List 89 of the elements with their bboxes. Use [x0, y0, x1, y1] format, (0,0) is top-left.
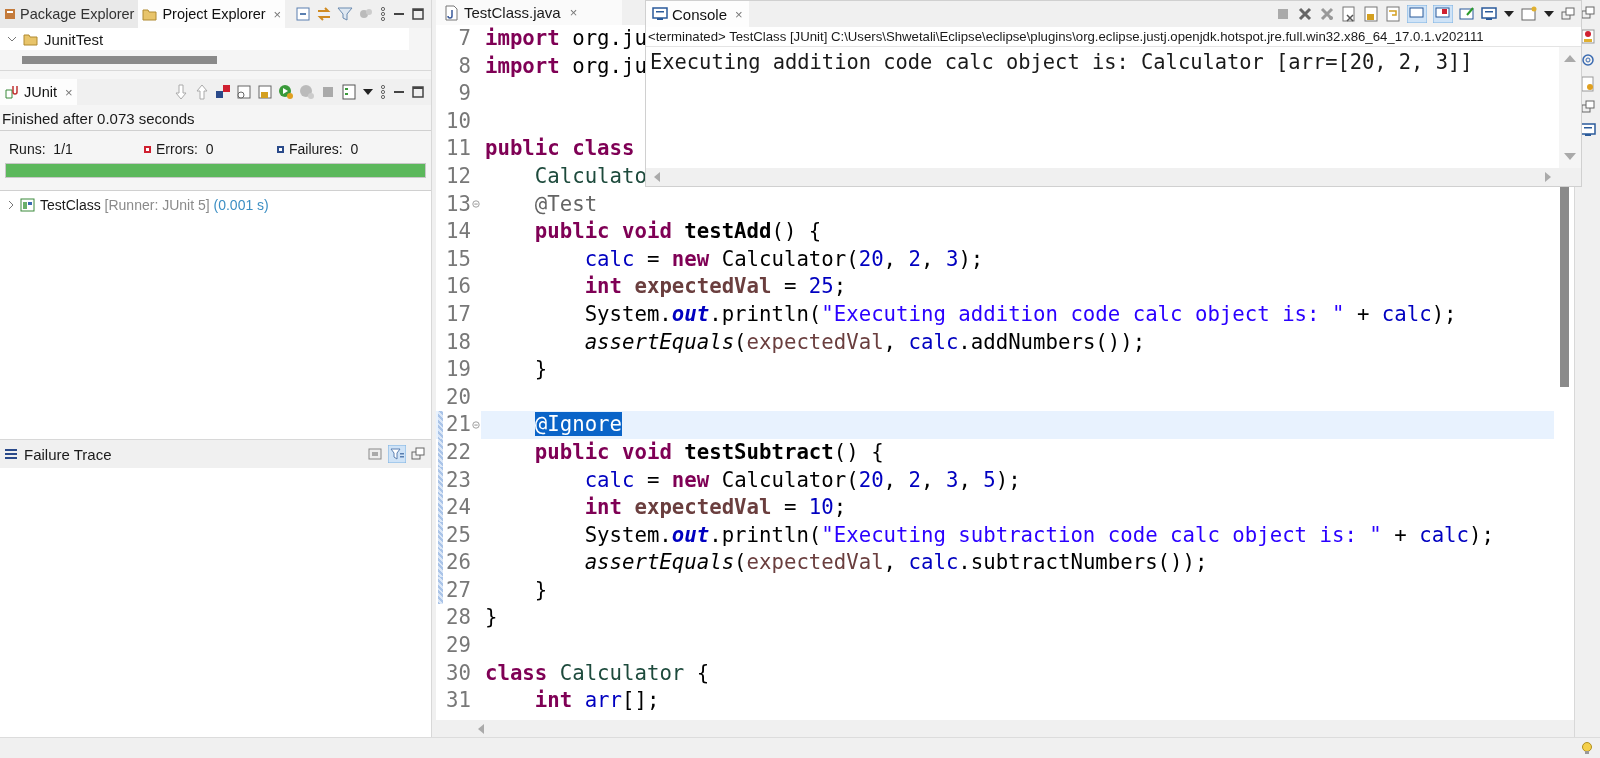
scroll-left-icon[interactable]	[476, 722, 486, 735]
list-icon	[4, 447, 18, 461]
restore-icon[interactable]	[1580, 6, 1595, 20]
layout-icon[interactable]	[341, 84, 357, 100]
view-tab[interactable]: Package Explorer	[0, 0, 139, 28]
restore-icon[interactable]	[1561, 7, 1575, 21]
failure-icon	[276, 144, 285, 154]
code-line: import org.ju	[484, 52, 647, 80]
view-tab[interactable]: Console ×	[646, 1, 749, 27]
tree-item[interactable]: JunitTest	[44, 30, 104, 48]
monitor-icon	[652, 6, 668, 22]
code-line: assertEquals(expectedVal, calc.subtractNumbers());	[583, 549, 1208, 577]
code-line: System.out.println("Executing subtraction code calc object is: " + calc);	[583, 521, 1494, 549]
status-text: Finished after 0.073 seconds	[0, 105, 431, 131]
word-wrap-icon[interactable]	[1385, 6, 1401, 22]
error-icon	[143, 144, 152, 154]
code-line: Calculato	[533, 162, 647, 190]
chevron-right-icon[interactable]	[6, 199, 16, 211]
code-line: import org.ju	[484, 25, 647, 52]
scroll-lock-icon[interactable]	[1363, 6, 1379, 22]
folder-icon	[23, 32, 39, 46]
remove-icon[interactable]	[1297, 6, 1313, 22]
show-error-icon[interactable]	[1433, 5, 1453, 23]
code-line: assertEquals(expectedVal, calc.addNumbers());	[583, 328, 1146, 356]
counter-label: Errors: 0	[156, 141, 214, 157]
collapse-all-icon[interactable]	[295, 6, 311, 22]
editor-tab[interactable]: TestClass.java ×	[436, 0, 622, 25]
fold-icon[interactable]	[472, 200, 480, 209]
code-line: }	[533, 576, 548, 604]
counter-label: Failures: 0	[289, 141, 359, 157]
arrow-up-icon[interactable]	[194, 84, 210, 100]
code-line: @Test	[533, 190, 598, 218]
maximize-icon[interactable]	[411, 7, 425, 21]
folder-icon	[142, 7, 159, 21]
code-line: int expectedVal = 10;	[583, 494, 847, 522]
monitor-icon[interactable]	[1481, 6, 1497, 22]
close-button[interactable]: ×	[735, 6, 743, 22]
scrollbar-thumb[interactable]	[1559, 187, 1569, 387]
new-console-icon[interactable]	[1521, 6, 1537, 22]
close-button[interactable]: ×	[273, 6, 282, 22]
stop-icon[interactable]	[1275, 6, 1291, 22]
view-tab[interactable]: JUnit ×	[0, 79, 77, 105]
document-icon[interactable]	[1579, 76, 1596, 92]
close-button[interactable]: ×	[65, 84, 73, 100]
scrollbar-thumb[interactable]	[22, 56, 217, 64]
maximize-icon[interactable]	[411, 85, 425, 99]
view-tab[interactable]: Project Explorer ×	[138, 0, 286, 28]
clear-console-icon[interactable]	[1341, 6, 1357, 22]
package-icon	[4, 7, 16, 21]
code-line: int arr[];	[533, 687, 660, 715]
show-output-icon[interactable]	[1407, 5, 1427, 23]
code-line: System.out.println("Executing addition code calc object is: " + calc);	[583, 300, 1457, 328]
scroll-down-icon[interactable]	[1563, 152, 1577, 162]
link-arrows-icon[interactable]	[316, 6, 332, 22]
line-number: 21	[443, 411, 471, 439]
code-line: calc = new Calculator(20, 2, 3, 5);	[583, 466, 1021, 494]
counter-label: Runs: 1/1	[9, 141, 73, 157]
error-filter-icon[interactable]	[215, 84, 231, 100]
console-output: Executing addition code calc object is: Calculator [arr=[20, 2, 3]]	[650, 49, 1474, 76]
code-line: int expectedVal = 25;	[583, 273, 847, 301]
test-suite-icon	[20, 197, 36, 213]
code-line: public void testAdd() {	[533, 218, 822, 246]
panel-title: Failure Trace	[24, 445, 112, 463]
lock-icon[interactable]	[257, 84, 273, 100]
compare-icon[interactable]	[368, 446, 383, 462]
fold-icon[interactable]	[472, 421, 480, 430]
code-line: public class	[484, 135, 635, 163]
filter-icon[interactable]	[337, 6, 353, 22]
rerun-icon[interactable]	[278, 84, 294, 100]
java-file-icon	[444, 4, 459, 21]
lightbulb-icon	[1580, 741, 1594, 755]
remove-all-icon[interactable]	[1319, 6, 1335, 22]
view-menu-icon[interactable]	[379, 6, 387, 22]
stop-icon[interactable]	[320, 84, 336, 100]
scroll-up-icon[interactable]	[1563, 53, 1577, 63]
test-result-item[interactable]: TestClass [Runner: JUnit 5] (0.001 s)	[40, 197, 269, 213]
arrow-down-icon[interactable]	[173, 84, 189, 100]
junit-icon	[4, 84, 20, 100]
scroll-left-icon[interactable]	[652, 171, 662, 183]
code-line: }	[484, 604, 498, 632]
restore-icon[interactable]	[1580, 100, 1595, 114]
code-line: calc = new Calculator(20, 2, 3);	[583, 245, 984, 273]
restore-icon[interactable]	[411, 447, 425, 461]
close-button[interactable]: ×	[569, 5, 578, 20]
view-menu-icon[interactable]	[379, 84, 387, 100]
code-line: }	[533, 356, 548, 384]
code-line: class Calculator {	[484, 659, 710, 687]
code-line: public void testSubtract() {	[533, 438, 884, 466]
filter-icon[interactable]	[388, 445, 406, 463]
